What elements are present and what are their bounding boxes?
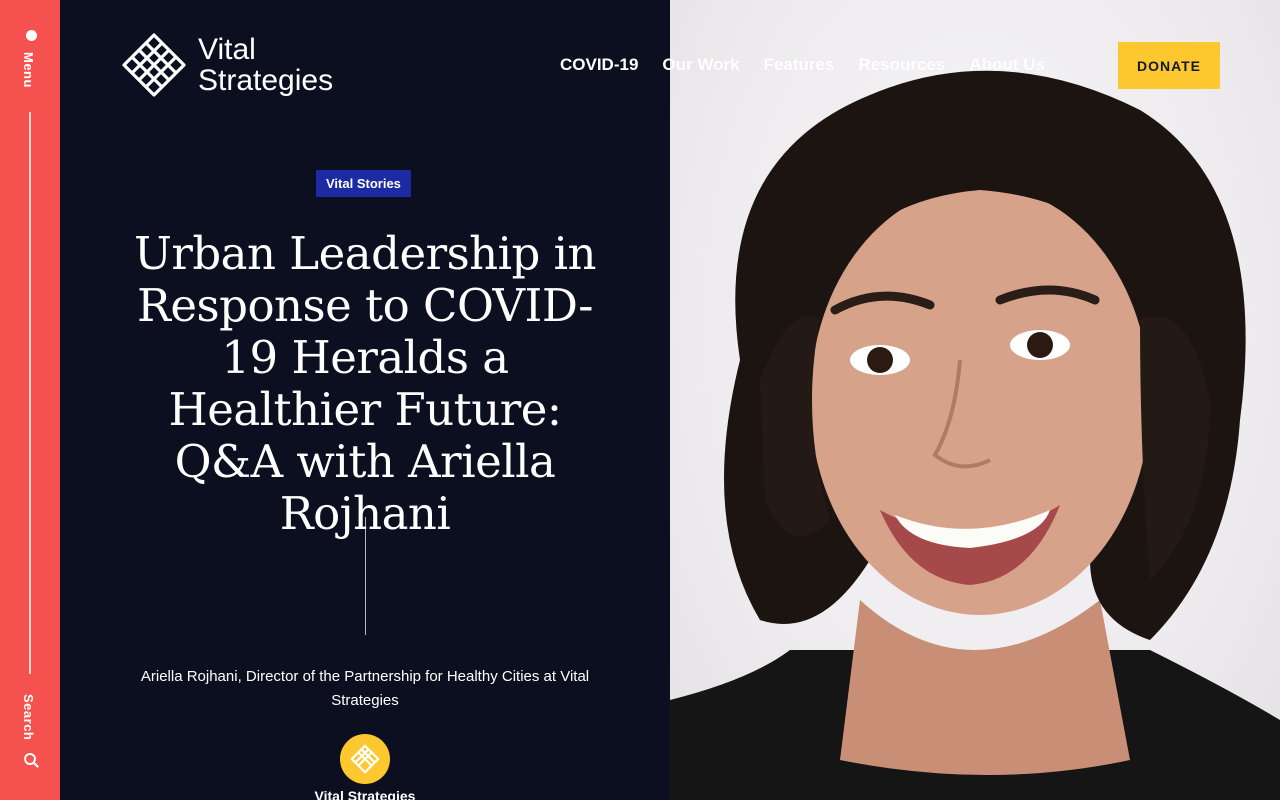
site-logo[interactable]: Vital Strategies: [120, 28, 360, 102]
nav-item-our-work[interactable]: Our Work: [662, 55, 739, 75]
nav-item-about-us[interactable]: About Us: [969, 55, 1045, 75]
nav-item-covid-19[interactable]: COVID-19: [560, 55, 638, 75]
author-logo-icon: [350, 744, 380, 774]
donate-button[interactable]: DONATE: [1118, 42, 1220, 89]
menu-dot-icon: [26, 30, 37, 41]
nav-item-resources[interactable]: Resources: [858, 55, 945, 75]
logo-line-2: Strategies: [198, 64, 334, 97]
author-avatar: [340, 734, 390, 784]
logo-line-1: Vital: [198, 33, 256, 66]
nav-item-features[interactable]: Features: [764, 55, 835, 75]
logo-mark-icon: [122, 33, 186, 97]
rail-divider: [29, 112, 31, 674]
article-title: Urban Leadership in Response to COVID-19…: [133, 227, 597, 540]
portrait-photo: [670, 0, 1280, 800]
search-icon: [24, 753, 39, 768]
photo-caption: Ariella Rojhani, Director of the Partner…: [140, 668, 590, 709]
portrait-illustration: [670, 70, 1280, 800]
main-nav: COVID-19 Our Work Features Resources Abo…: [548, 40, 1057, 90]
search-label: Search: [21, 694, 36, 741]
side-rail: Menu Search: [0, 0, 60, 800]
search-toggle[interactable]: Search: [16, 690, 46, 780]
author-name: Vital Strategies: [314, 788, 416, 800]
category-tag[interactable]: Vital Stories: [316, 170, 411, 197]
menu-label: Menu: [21, 52, 36, 88]
title-divider: [365, 517, 366, 635]
menu-toggle[interactable]: Menu: [16, 22, 46, 102]
logo-wordmark: Vital Strategies: [198, 34, 333, 96]
